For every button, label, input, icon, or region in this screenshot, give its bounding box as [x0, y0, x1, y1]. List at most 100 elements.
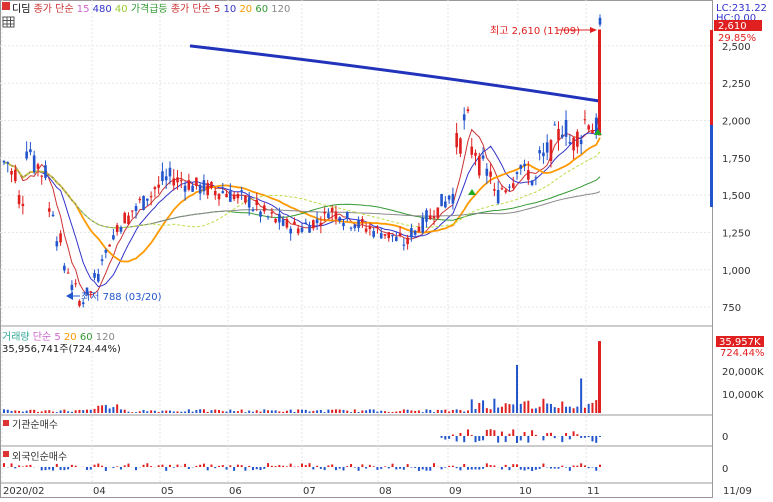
inst-bar: [471, 435, 473, 436]
volume-bar: [441, 410, 443, 413]
volume-bar: [350, 412, 352, 413]
inst-bar: [486, 430, 488, 436]
price-tick-label: 1,250: [722, 228, 751, 239]
volume-bar: [241, 409, 243, 413]
inst-bar: [588, 436, 590, 437]
volume-bar: [524, 401, 526, 413]
volume-bar: [327, 410, 329, 413]
volume-bar: [407, 410, 409, 413]
foreign-bar: [222, 465, 224, 467]
inst-bar: [542, 436, 544, 440]
volume-bar: [399, 411, 401, 413]
volume-bar: [109, 408, 111, 413]
candle-body: [101, 259, 104, 261]
candle-body: [406, 238, 409, 244]
volume-bar: [512, 404, 514, 413]
foreign-bar: [422, 467, 424, 469]
inst-bar: [459, 433, 461, 436]
candle-body: [467, 109, 470, 111]
volume-bar: [456, 409, 458, 413]
inst-bar: [508, 434, 510, 436]
foreign-bar: [342, 467, 344, 470]
inst-bar: [576, 434, 578, 436]
candle-body: [557, 129, 560, 140]
foreign-bar: [282, 466, 284, 467]
candle-body: [455, 133, 458, 147]
candle-body: [22, 204, 25, 206]
foreign-bar: [410, 467, 412, 468]
volume-legend-item: 거래량: [2, 331, 30, 343]
inst-bar: [478, 436, 480, 441]
candle-body: [271, 212, 274, 213]
volume-bar: [324, 412, 326, 413]
volume-bar: [335, 409, 337, 413]
header-legend-item: 15: [74, 4, 90, 15]
inst-bar: [497, 436, 499, 443]
volume-bar: [312, 411, 314, 413]
volume-tick-10000k: 10,000K: [722, 390, 764, 401]
candle-body: [6, 162, 9, 163]
foreign-bar: [565, 467, 567, 468]
candle-body: [48, 208, 51, 211]
foreign-bar: [14, 467, 16, 468]
candle-body: [391, 235, 394, 237]
volume-bar: [365, 410, 367, 413]
foreign-bar: [361, 464, 363, 467]
volume-bar: [248, 411, 250, 413]
volume-bar: [471, 399, 473, 413]
foreign-bar: [448, 466, 450, 467]
volume-bar: [90, 410, 92, 413]
candle-body: [165, 176, 168, 180]
candle-body: [233, 194, 236, 199]
candle-body: [142, 196, 145, 210]
candle-body: [282, 219, 285, 225]
volume-bar: [94, 409, 96, 413]
candle-body: [365, 229, 368, 232]
candle-body: [516, 172, 519, 174]
candle-body: [542, 153, 545, 157]
volume-bar: [260, 412, 262, 413]
candle-body: [3, 161, 6, 162]
header-legend-item: 20: [236, 4, 252, 15]
foreign-bar: [52, 467, 54, 471]
candle-body: [56, 241, 59, 246]
foreign-bar: [324, 467, 326, 470]
foreign-bar: [550, 467, 552, 469]
candle-body: [289, 229, 292, 234]
x-axis-label: 09: [449, 486, 462, 497]
grid-toggle-icon[interactable]: [3, 17, 14, 27]
inst-bar: [490, 429, 492, 436]
foreign-bar: [569, 467, 571, 471]
foreign-bar: [173, 467, 175, 468]
foreign-bar: [369, 465, 371, 467]
volume-bar: [165, 411, 167, 413]
volume-bar: [244, 412, 246, 413]
candle-body: [565, 120, 568, 137]
foreign-bar: [229, 465, 231, 467]
volume-bar: [218, 410, 220, 413]
candle-body: [527, 170, 530, 180]
foreign-bar: [471, 467, 473, 470]
candle-body: [470, 147, 473, 155]
volume-bar: [158, 412, 160, 413]
foreign-bar: [508, 467, 510, 470]
candle-body: [252, 210, 255, 211]
volume-bar: [550, 404, 552, 413]
candle-body: [354, 225, 357, 228]
volume-bar: [354, 409, 356, 413]
volume-bar: [180, 412, 182, 413]
volume-bar: [154, 411, 156, 413]
candle-body: [331, 208, 334, 212]
candle-body: [535, 177, 538, 178]
volume-bar: [177, 411, 179, 413]
volume-bar: [384, 411, 386, 413]
volume-bar: [380, 411, 382, 413]
right-range-bar-up: [710, 30, 713, 125]
foreign-bar: [535, 467, 537, 470]
foreign-bar: [116, 466, 118, 467]
foreign-bar: [490, 465, 492, 467]
volume-badge-pct: 724.44%: [720, 348, 765, 359]
volume-bar-last: [598, 341, 601, 413]
candle-body: [293, 222, 296, 225]
candle-body: [580, 140, 583, 144]
